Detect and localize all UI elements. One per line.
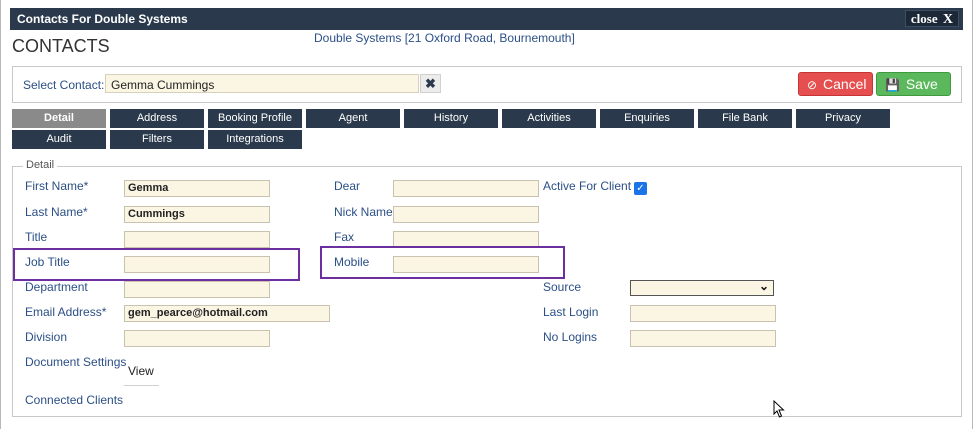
tab-activities[interactable]: Activities [502, 109, 596, 128]
source-label: Source [543, 280, 582, 294]
document-settings-view-link[interactable]: View [128, 364, 154, 378]
cancel-label: Cancel [822, 76, 867, 92]
document-settings-label: Document Settings [25, 355, 127, 369]
email-field[interactable]: gem_pearce@hotmail.com [124, 305, 330, 322]
tab-filters[interactable]: Filters [110, 130, 204, 149]
page-title: CONTACTS [12, 36, 110, 56]
select-contact-label: Select Contact: [23, 78, 105, 92]
clear-contact-button[interactable]: ✖ [420, 74, 441, 93]
fax-label: Fax [334, 230, 355, 244]
no-logins-label: No Logins [543, 330, 598, 344]
tab-file-bank[interactable]: File Bank [698, 109, 792, 128]
mobile-highlight [320, 246, 565, 279]
clear-icon: ✖ [425, 76, 436, 91]
nick-name-field[interactable] [393, 206, 539, 223]
window-title: Contacts For Double Systems [17, 12, 188, 26]
tab-detail[interactable]: Detail [12, 109, 106, 128]
checkmark-icon: ✓ [636, 183, 645, 194]
title-field[interactable] [124, 231, 270, 248]
source-select[interactable]: ⌄ [630, 279, 774, 296]
save-label: Save [905, 76, 938, 92]
company-address: Double Systems [21 Oxford Road, Bournemo… [314, 31, 575, 45]
window-titlebar: Contacts For Double Systems close X [10, 8, 963, 30]
tab-address[interactable]: Address [110, 109, 204, 128]
tab-privacy[interactable]: Privacy [796, 109, 890, 128]
dear-label: Dear [334, 179, 361, 193]
close-button[interactable]: close X [904, 10, 959, 27]
last-login-label: Last Login [543, 305, 599, 319]
no-logins-field[interactable] [630, 330, 776, 347]
last-login-field[interactable] [630, 305, 776, 322]
select-contact-bar: Select Contact: Gemma Cummings ✖ ⊘ Cance… [12, 66, 962, 103]
first-name-field[interactable]: Gemma [124, 180, 270, 197]
tab-booking-profile[interactable]: Booking Profile [208, 109, 302, 128]
connected-clients-label: Connected Clients [25, 393, 124, 407]
close-label: close [910, 11, 938, 26]
tab-integrations[interactable]: Integrations [208, 130, 302, 149]
department-label: Department [25, 280, 88, 294]
first-name-label: First Name* [25, 179, 89, 193]
tab-enquiries[interactable]: Enquiries [600, 109, 694, 128]
division-field[interactable] [124, 330, 270, 347]
tab-audit[interactable]: Audit [12, 130, 106, 149]
save-button[interactable]: 💾 Save [876, 72, 951, 96]
active-for-client-label: Active For Client [543, 179, 632, 193]
division-label: Division [25, 330, 68, 344]
last-name-field[interactable]: Cummings [124, 206, 270, 223]
title-label: Title [25, 230, 48, 244]
floppy-disk-icon: 💾 [885, 78, 900, 92]
active-for-client-checkbox[interactable]: ✓ [634, 182, 647, 195]
contacts-window: Contacts For Double Systems close X CONT… [0, 0, 973, 429]
email-label: Email Address* [25, 305, 107, 319]
view-divider [124, 385, 159, 386]
tab-history[interactable]: History [404, 109, 498, 128]
cancel-button[interactable]: ⊘ Cancel [798, 72, 873, 96]
department-field[interactable] [124, 281, 270, 298]
chevron-down-icon: ⌄ [758, 279, 769, 293]
dear-field[interactable] [393, 180, 539, 197]
tab-agent[interactable]: Agent [306, 109, 400, 128]
mouse-cursor-icon [773, 400, 785, 418]
job-title-highlight [13, 248, 300, 281]
close-icon: X [942, 12, 953, 27]
nick-name-label: Nick Name [334, 205, 393, 219]
select-contact-input[interactable]: Gemma Cummings [105, 74, 419, 93]
last-name-label: Last Name* [25, 205, 88, 219]
detail-legend: Detail [23, 159, 58, 171]
cancel-icon: ⊘ [807, 78, 818, 92]
